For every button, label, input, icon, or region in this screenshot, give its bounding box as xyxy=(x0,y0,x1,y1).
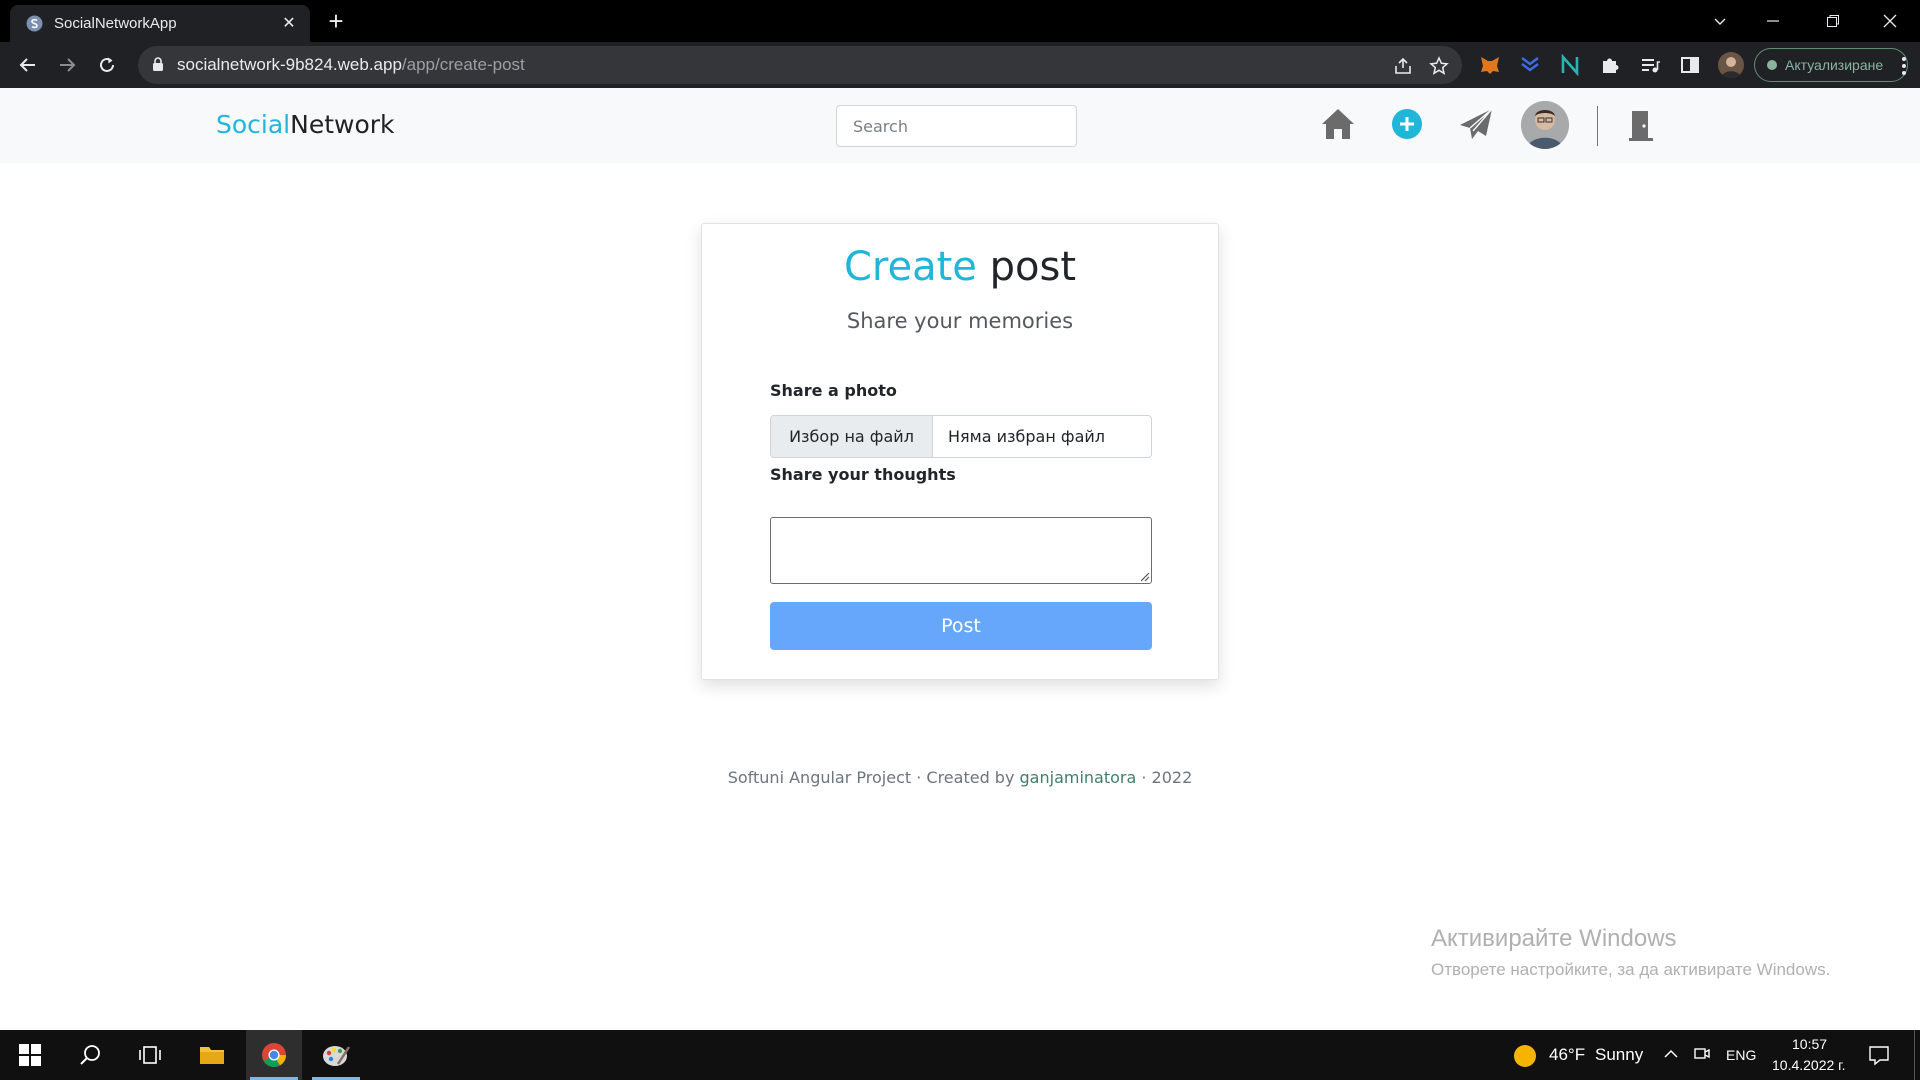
back-arrow-icon[interactable] xyxy=(14,51,42,79)
user-avatar[interactable] xyxy=(1521,101,1569,149)
choose-file-button[interactable]: Избор на файл xyxy=(771,416,933,457)
file-status: Няма избран файл xyxy=(948,427,1106,446)
browser-menu-icon[interactable] xyxy=(1894,54,1914,78)
file-explorer-icon[interactable] xyxy=(184,1030,240,1080)
language-indicator[interactable]: ENG xyxy=(1726,1047,1756,1063)
paint-app-icon[interactable] xyxy=(308,1030,364,1080)
extension-n-icon[interactable] xyxy=(1559,54,1581,76)
tab-title: SocialNetworkApp xyxy=(54,15,177,32)
weather-temp[interactable]: 46°F xyxy=(1549,1045,1585,1065)
clock-time[interactable]: 10:57 xyxy=(1792,1036,1827,1052)
windows-start-icon[interactable] xyxy=(2,1030,58,1080)
update-indicator-icon xyxy=(1767,60,1777,70)
restore-window-icon[interactable] xyxy=(1813,6,1853,36)
extension-chevrons-icon[interactable] xyxy=(1519,54,1541,76)
tray-chevron-up-icon[interactable] xyxy=(1663,1046,1679,1062)
browser-tab[interactable]: SocialNetworkApp ✕ xyxy=(10,5,310,42)
brand-part-social: Social xyxy=(216,110,291,139)
thoughts-label: Share your thoughts xyxy=(770,465,956,484)
photo-label: Share a photo xyxy=(770,381,897,400)
search-icon[interactable] xyxy=(62,1030,118,1080)
post-button[interactable]: Post xyxy=(770,602,1152,650)
side-panel-icon[interactable] xyxy=(1679,54,1701,76)
title-part-post: post xyxy=(989,244,1077,290)
home-icon[interactable] xyxy=(1320,107,1356,141)
address-bar[interactable]: socialnetwork-9b824.web.app/app/create-p… xyxy=(138,46,1462,84)
windows-taskbar: 46°F Sunny ENG 10:57 10.4.2022 г. xyxy=(0,1030,1920,1080)
notifications-icon[interactable] xyxy=(1868,1044,1890,1066)
meet-now-icon[interactable] xyxy=(1693,1045,1711,1063)
minimize-window-icon[interactable] xyxy=(1753,6,1793,36)
browser-tabstrip: SocialNetworkApp ✕ + xyxy=(0,0,1920,42)
windows-activation-title: Активирайте Windows xyxy=(1431,925,1677,952)
header-divider xyxy=(1597,106,1598,146)
page-subtitle: Share your memories xyxy=(846,309,1074,333)
search-input[interactable] xyxy=(836,105,1077,147)
chrome-taskbar-icon[interactable] xyxy=(246,1030,302,1080)
bookmark-star-icon[interactable] xyxy=(1428,55,1450,77)
brand-logo[interactable]: SocialNetwork xyxy=(216,110,395,139)
lock-icon xyxy=(153,57,163,71)
send-message-icon[interactable] xyxy=(1459,108,1493,140)
weather-sun-icon[interactable] xyxy=(1513,1044,1537,1068)
forward-arrow-icon[interactable] xyxy=(53,51,81,79)
update-button-label: Актуализиране xyxy=(1785,57,1884,73)
brand-part-network: Network xyxy=(290,110,395,139)
update-button[interactable]: Актуализиране xyxy=(1754,48,1908,82)
app-header: SocialNetwork xyxy=(0,88,1920,163)
page-title: Create post xyxy=(702,244,1218,290)
app-favicon-icon xyxy=(26,15,43,32)
weather-text[interactable]: Sunny xyxy=(1595,1045,1643,1065)
extensions-puzzle-icon[interactable] xyxy=(1599,54,1621,76)
clock-date[interactable]: 10.4.2022 г. xyxy=(1772,1057,1845,1073)
reload-icon[interactable] xyxy=(93,51,121,79)
tab-search-icon[interactable] xyxy=(1700,6,1740,36)
add-post-icon[interactable] xyxy=(1392,109,1422,139)
tab-close-icon[interactable]: ✕ xyxy=(278,12,300,34)
footer-suffix: · 2022 xyxy=(1136,768,1193,787)
resize-grip-icon[interactable] xyxy=(1138,570,1150,582)
show-desktop-divider[interactable] xyxy=(1914,1030,1915,1080)
profile-avatar[interactable] xyxy=(1718,52,1744,78)
task-view-icon[interactable] xyxy=(122,1030,178,1080)
windows-activation-subtitle: Отворете настройките, за да активирате W… xyxy=(1431,960,1831,979)
page-footer: Softuni Angular Project · Created by gan… xyxy=(0,768,1920,787)
media-queue-icon[interactable] xyxy=(1639,54,1661,76)
browser-toolbar: socialnetwork-9b824.web.app/app/create-p… xyxy=(0,42,1920,88)
url-text[interactable]: socialnetwork-9b824.web.app/app/create-p… xyxy=(177,55,525,75)
footer-author-link[interactable]: ganjaminatora xyxy=(1020,768,1137,787)
close-window-icon[interactable] xyxy=(1870,6,1910,36)
footer-prefix: Softuni Angular Project · Created by xyxy=(727,768,1020,787)
thoughts-textarea[interactable] xyxy=(770,517,1152,584)
logout-door-icon[interactable] xyxy=(1628,109,1654,141)
new-tab-button[interactable]: + xyxy=(322,8,350,36)
share-icon[interactable] xyxy=(1392,55,1414,77)
photo-file-input[interactable]: Избор на файл Няма избран файл xyxy=(770,415,1152,458)
title-part-create: Create xyxy=(843,244,977,290)
create-post-card: Create post Share your memories Share a … xyxy=(701,223,1219,680)
metamask-extension-icon[interactable] xyxy=(1479,54,1501,76)
